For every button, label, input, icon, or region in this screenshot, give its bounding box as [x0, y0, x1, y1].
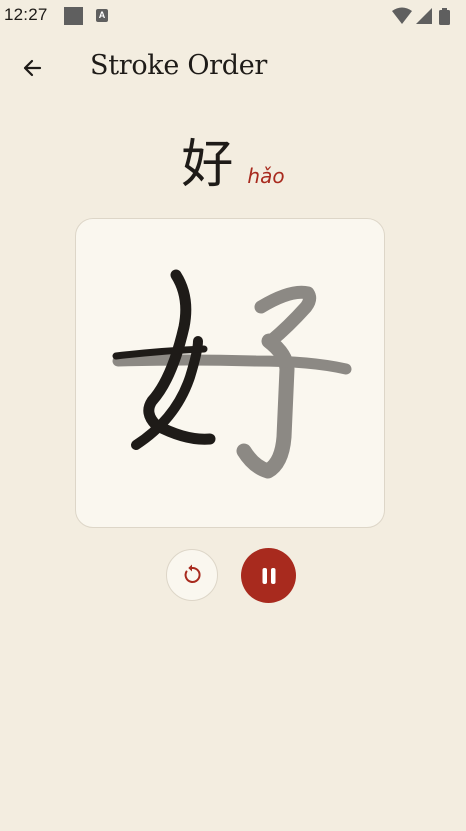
page-title: Stroke Order — [90, 50, 268, 81]
replay-button[interactable] — [166, 549, 218, 601]
wifi-icon — [392, 7, 412, 24]
pinyin-label: hǎo — [247, 164, 285, 188]
replay-icon — [184, 564, 201, 583]
cell-signal-icon — [416, 8, 432, 24]
character-header: 好 hǎo — [0, 128, 466, 198]
battery-icon — [439, 8, 450, 25]
status-time: 12:27 — [4, 5, 48, 24]
stroke-6 — [112, 354, 352, 375]
pending-strokes — [112, 285, 352, 479]
hanzi-character: 好 — [181, 135, 234, 195]
notification-square-icon — [64, 7, 83, 25]
back-button[interactable] — [12, 48, 52, 88]
arrow-left-icon — [23, 59, 42, 77]
stroke-order-svg — [112, 269, 352, 479]
pause-icon — [262, 567, 275, 584]
a-badge-icon: A — [96, 9, 108, 22]
playback-controls — [0, 548, 466, 604]
stroke-order-canvas — [75, 218, 385, 528]
status-icons — [390, 7, 460, 25]
status-bar: 12:27 A — [0, 0, 466, 32]
pause-button[interactable] — [241, 548, 296, 603]
app-bar: Stroke Order — [0, 36, 466, 100]
